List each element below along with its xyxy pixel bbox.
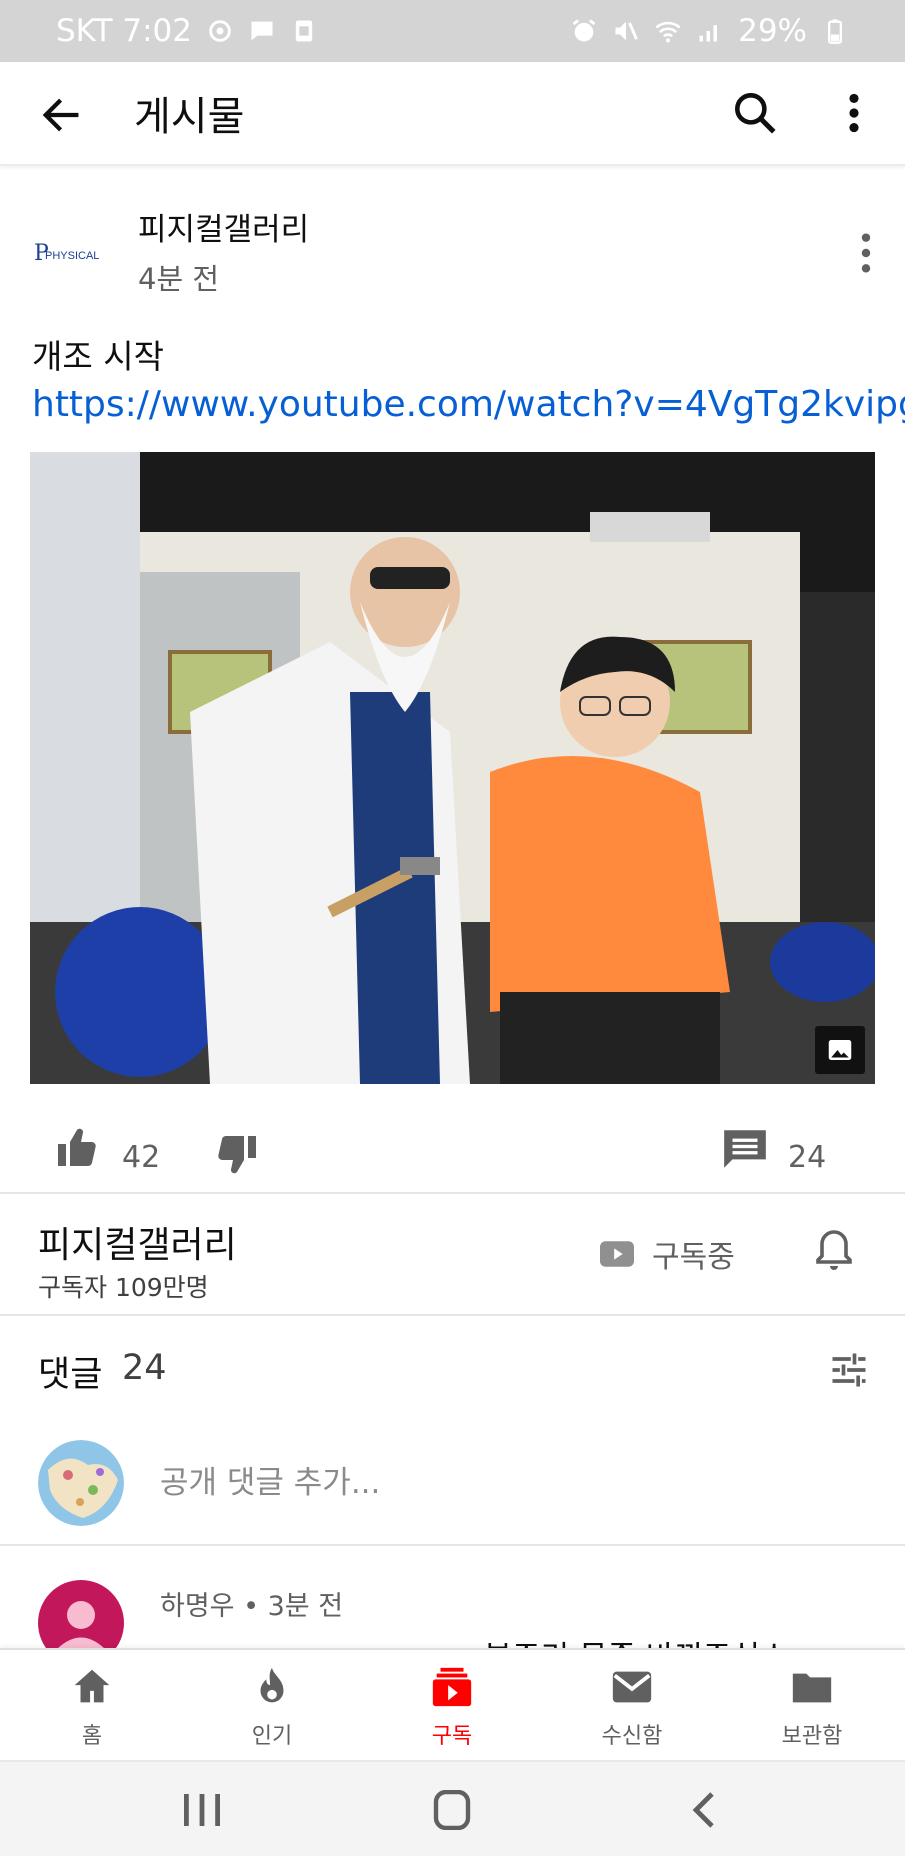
library-icon xyxy=(792,1673,832,1703)
avatar[interactable] xyxy=(38,1440,124,1526)
status-bar: SKT 7:02 29% xyxy=(0,0,905,62)
image-icon xyxy=(828,1040,852,1060)
subscriptions-icon xyxy=(432,1667,472,1707)
message-icon xyxy=(251,21,273,41)
alarm-icon xyxy=(572,19,596,42)
photo-scene xyxy=(30,452,875,1084)
post-link[interactable]: https://www.youtube.com/watch?v=4VgTg2kv… xyxy=(32,384,905,425)
subscribed-button[interactable]: 구독중 xyxy=(600,1232,735,1276)
trending-icon xyxy=(260,1667,284,1703)
nav-label-inbox: 수신함 xyxy=(601,1724,663,1749)
post-header: P PHYSICAL 피지컬갤러리 4분 전 xyxy=(0,190,905,300)
more-vert-icon[interactable] xyxy=(836,88,872,138)
subscriber-count: 구독자 109만명 xyxy=(38,1273,209,1302)
nav-item-trending[interactable]: 인기 xyxy=(197,1664,347,1754)
image-badge xyxy=(815,1026,865,1074)
comments-count: 24 xyxy=(122,1348,167,1388)
post-more-icon[interactable] xyxy=(856,230,876,276)
recent-apps-icon[interactable] xyxy=(178,1790,226,1830)
like-count: 42 xyxy=(122,1140,161,1175)
nav-label-library: 보관함 xyxy=(781,1724,843,1749)
sort-filter-icon[interactable] xyxy=(826,1348,872,1392)
nav-label-subscriptions: 구독 xyxy=(431,1724,473,1749)
comments-title: 댓글 xyxy=(38,1355,103,1395)
channel-logo[interactable]: P PHYSICAL xyxy=(32,230,112,276)
post-actions: 42 24 xyxy=(0,1110,905,1194)
nav-item-inbox[interactable]: 수신함 xyxy=(557,1664,707,1754)
thumbs-down-icon[interactable] xyxy=(210,1130,262,1178)
nav-item-home[interactable]: 홈 xyxy=(17,1664,167,1754)
add-comment-input[interactable] xyxy=(160,1458,860,1508)
comment-item: 하명우 • 3분 전 ㅋㅋㅋㅋㅋㅋㅋㅋㅋㅋㅋ 분주리 몸좀 바꿔주십쇼 xyxy=(0,1548,905,1648)
post-time: 4분 전 xyxy=(138,262,220,296)
channel-bar: 피지컬갤러리 구독자 109만명 구독중 xyxy=(0,1196,905,1316)
back-arrow-icon[interactable] xyxy=(38,92,84,138)
thumbs-up-icon[interactable] xyxy=(52,1124,104,1172)
default-avatar-icon xyxy=(58,1601,104,1648)
bottom-nav: 홈 인기 구독 수신함 보관함 xyxy=(0,1648,905,1758)
wifi-icon xyxy=(655,21,681,43)
post-image[interactable] xyxy=(30,452,875,1084)
carrier-time: SKT 7:02 xyxy=(56,13,193,49)
comments-header: 댓글 24 xyxy=(0,1318,905,1422)
mute-icon xyxy=(615,21,638,41)
nav-label-trending: 인기 xyxy=(251,1724,293,1749)
app-bar: 게시물 xyxy=(0,62,905,166)
battery-icon xyxy=(828,19,842,44)
nav-item-subscriptions[interactable]: 구독 xyxy=(377,1664,527,1754)
sync-icon xyxy=(209,20,231,42)
avatar[interactable] xyxy=(38,1580,124,1648)
post-channel-name[interactable]: 피지컬갤러리 xyxy=(138,204,309,249)
search-icon[interactable] xyxy=(730,88,780,138)
subscribed-label: 구독중 xyxy=(652,1240,735,1275)
youtube-icon xyxy=(600,1241,634,1267)
add-comment-row xyxy=(0,1422,905,1546)
screenshot-icon xyxy=(295,20,313,42)
comment-text: ㅋㅋㅋㅋㅋㅋㅋㅋㅋㅋㅋ 분주리 몸좀 바꿔주십쇼 xyxy=(160,1632,788,1648)
post-text: 개조 시작 xyxy=(32,337,164,376)
status-left: SKT 7:02 xyxy=(56,13,318,49)
home-icon xyxy=(74,1669,110,1703)
logo-wordmark: PHYSICAL xyxy=(45,250,99,262)
system-nav xyxy=(0,1760,905,1856)
battery-percent: 29% xyxy=(738,13,807,49)
back-icon[interactable] xyxy=(680,1790,728,1830)
channel-name[interactable]: 피지컬갤러리 xyxy=(38,1216,237,1268)
avatar-map-image xyxy=(38,1440,124,1526)
nav-item-library[interactable]: 보관함 xyxy=(737,1664,887,1754)
page-title: 게시물 xyxy=(134,94,245,140)
bell-icon[interactable] xyxy=(810,1224,858,1276)
signal-icon xyxy=(699,25,718,42)
nav-label-home: 홈 xyxy=(81,1724,103,1749)
comment-icon[interactable] xyxy=(720,1124,770,1174)
home-button-icon[interactable] xyxy=(428,1790,476,1830)
comment-author-meta[interactable]: 하명우 • 3분 전 xyxy=(160,1584,343,1623)
status-right: 29% xyxy=(570,13,849,49)
comment-count: 24 xyxy=(788,1140,827,1175)
inbox-icon xyxy=(612,1671,652,1703)
